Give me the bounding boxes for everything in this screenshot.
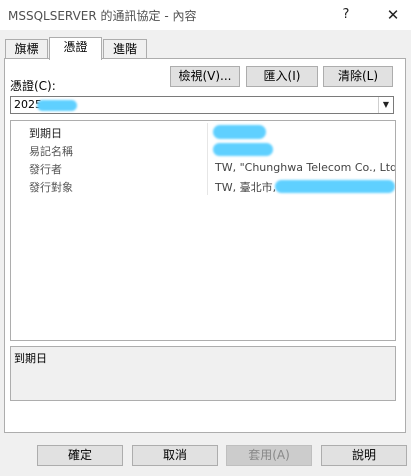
property-row-expiry[interactable]: 到期日 [13,123,395,141]
property-value: TW, 臺北市, [215,181,277,194]
property-name: 到期日 [29,127,62,140]
chevron-down-icon[interactable]: ▼ [378,97,393,113]
property-row-subject[interactable]: 發行對象 TW, 臺北市, [13,177,395,195]
certificate-label: 憑證(C): [10,79,56,93]
close-icon[interactable]: ✕ [378,0,408,30]
title-bar: MSSQLSERVER 的通訊協定 - 內容 ? ✕ [0,0,411,30]
tab-flags[interactable]: 旗標 [5,39,48,60]
property-description: 到期日 [14,352,47,365]
column-divider [207,123,208,141]
tab-label: 旗標 [14,42,39,56]
property-description-box: 到期日 [10,346,396,401]
property-value: TW, "Chunghwa Telecom Co., Ltd." [215,161,396,174]
property-name: 易記名稱 [29,145,73,158]
tab-label: 憑證 [63,40,88,54]
help-button[interactable]: 說明 [321,445,407,466]
property-name: 發行者 [29,163,62,176]
certificate-properties-list[interactable]: 到期日 易記名稱 發行者 TW, "Chunghwa Telecom Co., … [10,120,396,341]
redacted-region [213,143,273,156]
import-button[interactable]: 匯入(I) [246,66,318,87]
redacted-region [213,125,266,139]
window-title: MSSQLSERVER 的通訊協定 - 內容 [8,9,197,23]
column-divider [207,159,208,177]
view-button[interactable]: 檢視(V)... [170,66,240,87]
column-divider [207,141,208,159]
tab-advanced[interactable]: 進階 [103,39,147,60]
property-row-friendly-name[interactable]: 易記名稱 [13,141,395,159]
certificate-select[interactable]: 2025 ▼ [10,96,394,114]
help-icon[interactable]: ? [332,0,360,30]
clear-button[interactable]: 清除(L) [323,66,393,87]
property-name: 發行對象 [29,181,73,194]
tab-certificate[interactable]: 憑證 [49,37,102,60]
apply-button[interactable]: 套用(A) [226,445,312,466]
property-row-issuer[interactable]: 發行者 TW, "Chunghwa Telecom Co., Ltd." [13,159,396,177]
redacted-region [37,100,77,111]
column-divider [207,177,208,195]
ok-button[interactable]: 確定 [37,445,123,466]
tab-label: 進階 [112,42,137,56]
redacted-region [275,180,395,193]
cancel-button[interactable]: 取消 [132,445,218,466]
